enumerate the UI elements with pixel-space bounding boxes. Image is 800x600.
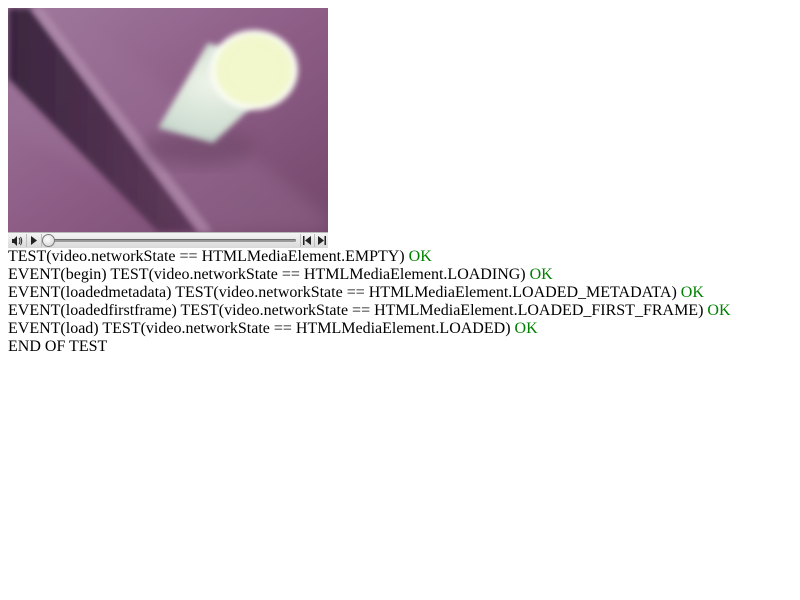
log-text: EVENT(loadedmetadata) TEST(video.network… [8, 284, 677, 301]
ok-status: OK [529, 266, 553, 283]
log-line: EVENT(load) TEST(video.networkState == H… [8, 320, 792, 338]
log-line: EVENT(loadedfirstframe) TEST(video.netwo… [8, 302, 792, 320]
log-text: EVENT(begin) TEST(video.networkState == … [8, 266, 526, 283]
fast-forward-icon[interactable] [314, 234, 327, 247]
log-text: EVENT(load) TEST(video.networkState == H… [8, 320, 511, 337]
video-frame-image [8, 8, 328, 232]
ok-status: OK [408, 248, 432, 265]
video-controls [8, 232, 328, 248]
video-player[interactable] [8, 8, 328, 248]
page: TEST(video.networkState == HTMLMediaElem… [0, 0, 800, 600]
log-line: EVENT(begin) TEST(video.networkState == … [8, 266, 792, 284]
seek-bar[interactable] [48, 239, 296, 242]
log-text: TEST(video.networkState == HTMLMediaElem… [8, 248, 405, 265]
test-log: TEST(video.networkState == HTMLMediaElem… [8, 248, 792, 356]
log-line: EVENT(loadedmetadata) TEST(video.network… [8, 284, 792, 302]
ok-status: OK [514, 320, 538, 337]
play-icon[interactable] [26, 234, 42, 247]
speaker-icon[interactable] [10, 234, 24, 247]
ok-status: OK [707, 302, 731, 319]
rewind-icon[interactable] [300, 234, 313, 247]
video-frame[interactable] [8, 8, 328, 232]
seek-thumb[interactable] [42, 234, 55, 247]
ok-status: OK [680, 284, 704, 301]
log-line: TEST(video.networkState == HTMLMediaElem… [8, 248, 792, 266]
end-of-test: END OF TEST [8, 338, 108, 355]
log-text: EVENT(loadedfirstframe) TEST(video.netwo… [8, 302, 704, 319]
